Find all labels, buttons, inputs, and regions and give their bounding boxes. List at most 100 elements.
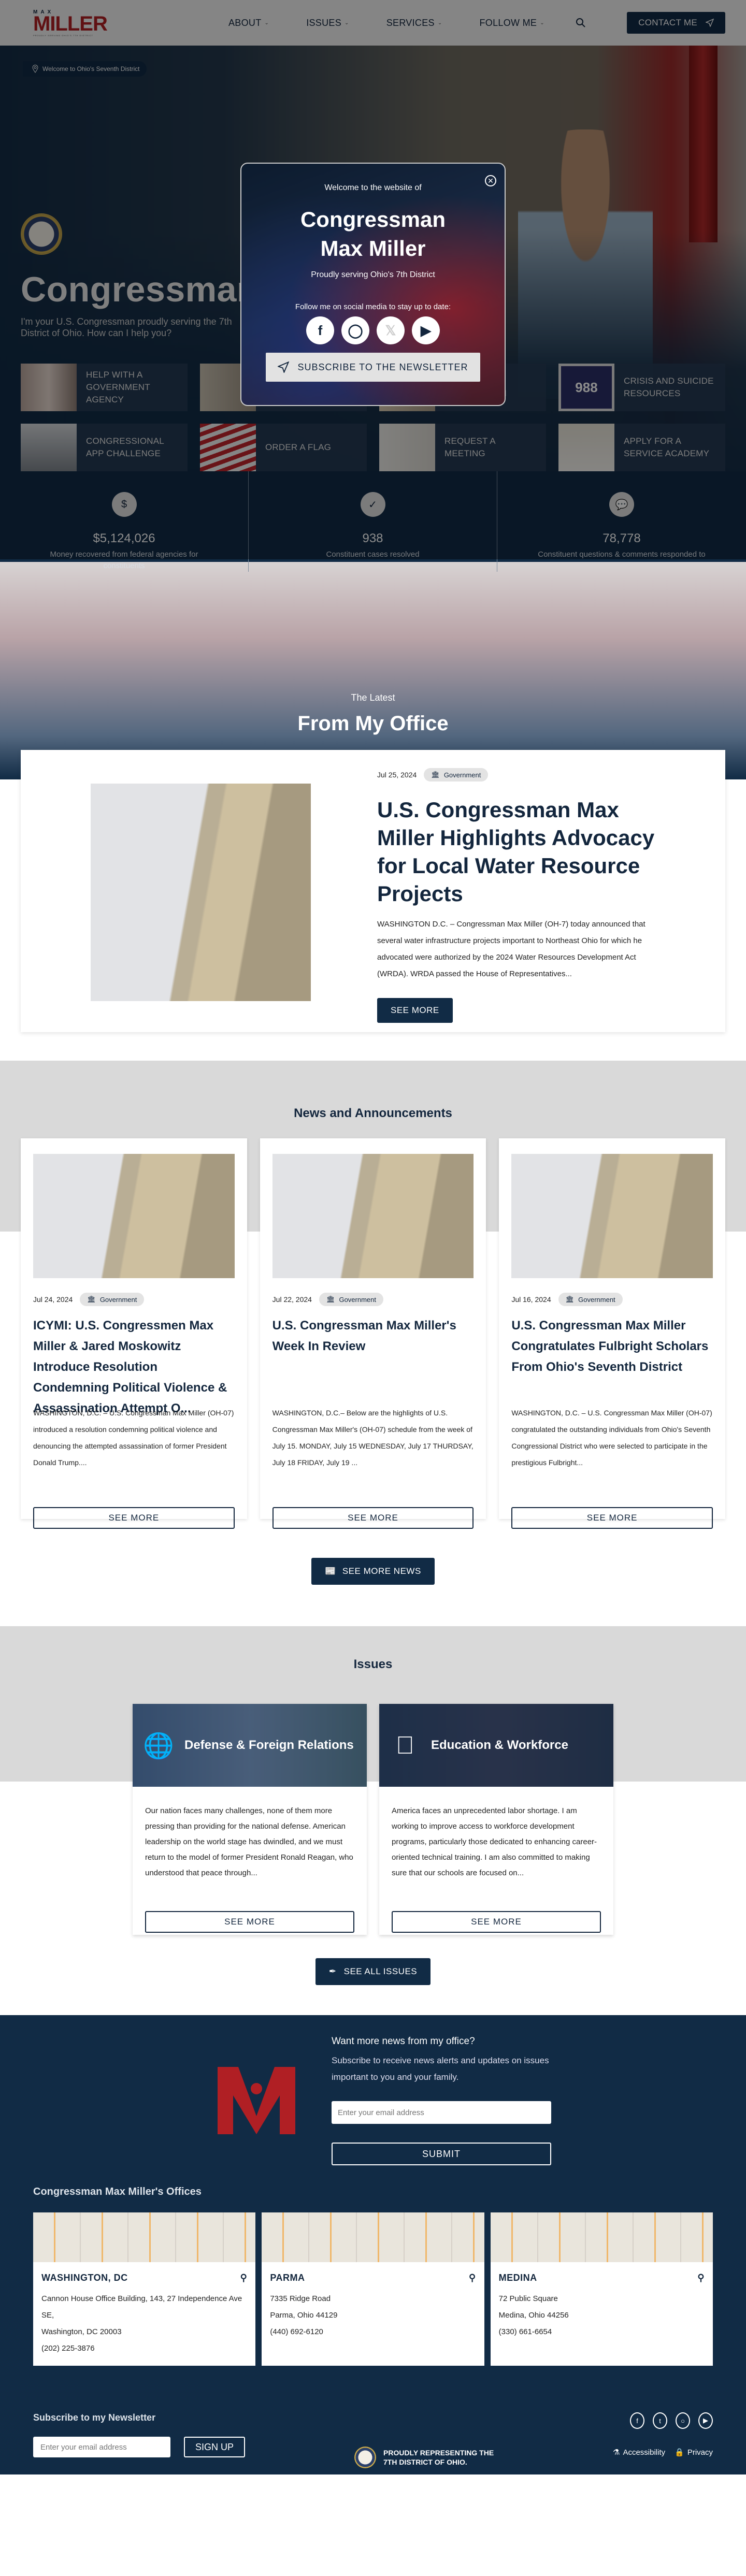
issues-section-title: Issues (353, 1657, 393, 1671)
globe-people-icon: 🌐 (143, 1732, 174, 1760)
apple-book-icon:  (390, 1731, 421, 1760)
modal-serving-text: Proudly serving Ohio's 7th District (311, 270, 435, 279)
news-see-more-button[interactable]: SEE MORE (272, 1507, 474, 1529)
facebook-icon[interactable]: f (306, 316, 334, 344)
footer-representing-text: PROUDLY REPRESENTING THE 7TH DISTRICT OF… (383, 2449, 494, 2466)
youtube-icon[interactable]: ▶ (698, 2412, 713, 2429)
news-section-title: News and Announcements (294, 1106, 452, 1120)
house-seal-logo (354, 2447, 376, 2468)
category-chip[interactable]: 🏛 Government (80, 1293, 145, 1306)
see-more-news-button[interactable]: 📰 SEE MORE NEWS (311, 1558, 435, 1585)
office-card: PARMA ⚲ 7335 Ridge Road Parma, Ohio 44129… (262, 2212, 484, 2366)
newsletter-signup-section: Want more news from my office? Subscribe… (0, 2015, 746, 2186)
signup-email-input[interactable] (332, 2101, 551, 2124)
issue-text: Our nation faces many challenges, none o… (145, 1806, 353, 1877)
capitol-dome-image (272, 1154, 474, 1278)
office-city: Washington, DC 20003 (41, 2327, 122, 2336)
news-excerpt: WASHINGTON, D.C. – U.S. Congressman Max … (511, 1409, 712, 1467)
location-pin-icon[interactable]: ⚲ (240, 2273, 248, 2283)
office-name: MEDINA (498, 2273, 537, 2283)
issue-see-more-button[interactable]: SEE MORE (145, 1911, 354, 1933)
x-icon[interactable]: 𝕏 (377, 316, 405, 344)
newspaper-icon: 📰 (325, 1566, 336, 1576)
latest-section: The Latest From My Office (0, 562, 746, 779)
close-icon[interactable]: ✕ (485, 175, 496, 186)
instagram-icon[interactable]: ◯ (341, 316, 369, 344)
youtube-icon[interactable]: ▶ (412, 316, 440, 344)
news-card: Jul 24, 2024 🏛 Government ICYMI: U.S. Cong… (21, 1138, 247, 1529)
location-pin-icon[interactable]: ⚲ (697, 2273, 705, 2283)
news-excerpt: WASHINGTON, D.C.– Below are the highligh… (272, 1409, 474, 1467)
news-title[interactable]: ICYMI: U.S. Congressmen Max Miller & Jar… (33, 1315, 235, 1415)
modal-follow-text: Follow me on social media to stay up to … (295, 302, 451, 311)
site-footer: Subscribe to my Newsletter SIGN UP PROUD… (0, 2366, 746, 2474)
category-chip[interactable]: 🏛 Government (558, 1293, 623, 1306)
office-map[interactable] (262, 2212, 484, 2262)
office-card: WASHINGTON, DC ⚲ Cannon House Office Buil… (33, 2212, 256, 2366)
office-address: 72 Public Square (498, 2294, 558, 2303)
office-phone[interactable]: (202) 225-3876 (41, 2340, 247, 2357)
issue-card:  Education & Workforce America faces an … (379, 1704, 613, 1935)
signup-question: Want more news from my office? (332, 2036, 475, 2047)
office-phone[interactable]: (440) 692-6120 (270, 2324, 476, 2340)
accessibility-label: Accessibility (623, 2448, 666, 2457)
facebook-icon[interactable]: f (630, 2412, 644, 2429)
see-all-issues-button[interactable]: ✒ SEE ALL ISSUES (315, 1958, 431, 1985)
category-label: Government (443, 771, 481, 779)
office-city: Parma, Ohio 44129 (270, 2311, 338, 2320)
category-chip[interactable]: 🏛 Government (319, 1293, 384, 1306)
news-see-more-button[interactable]: SEE MORE (33, 1507, 235, 1529)
office-address: Cannon House Office Building, 143, 27 In… (41, 2294, 242, 2320)
office-map[interactable] (33, 2212, 256, 2262)
category-label: Government (339, 1295, 377, 1304)
offices-section: Congressman Max Miller's Offices WASHING… (0, 2186, 746, 2366)
featured-article: Jul 25, 2024 🏛 Government U.S. Congressma… (21, 750, 725, 1032)
issue-card: 🌐 Defense & Foreign Relations Our nation … (133, 1704, 367, 1935)
office-city: Medina, Ohio 44256 (498, 2311, 569, 2320)
news-section: News and Announcements Jul 24, 2024 🏛 Gove… (0, 1061, 746, 1585)
news-see-more-button[interactable]: SEE MORE (511, 1507, 713, 1529)
office-phone[interactable]: (330) 661-6654 (499, 2324, 705, 2340)
featured-see-more-button[interactable]: SEE MORE (377, 998, 453, 1023)
capitol-dome-image (33, 1154, 235, 1278)
subscribe-newsletter-button[interactable]: SUBSCRIBE TO THE NEWSLETTER (266, 353, 480, 382)
news-card: Jul 16, 2024 🏛 Government U.S. Congressman… (499, 1138, 725, 1529)
featured-excerpt: WASHINGTON D.C. – Congressman Max Miller… (377, 920, 645, 978)
max-miller-m-logo (218, 2067, 295, 2134)
footer-newsletter-title: Subscribe to my Newsletter (33, 2412, 156, 2423)
modal-welcome-text: Welcome to the website of (324, 183, 422, 192)
modal-title: Congressman Max Miller (300, 207, 446, 261)
latest-kicker: The Latest (351, 692, 395, 703)
issue-see-more-button[interactable]: SEE MORE (392, 1911, 601, 1933)
feather-icon: ✒ (328, 1966, 337, 1976)
category-chip[interactable]: 🏛 Government (424, 768, 489, 782)
paper-plane-icon (278, 361, 290, 373)
featured-title[interactable]: U.S. Congressman Max Miller Highlights A… (377, 796, 667, 908)
office-map[interactable] (490, 2212, 713, 2262)
news-title[interactable]: U.S. Congressman Max Miller's Week In Re… (272, 1315, 474, 1398)
government-building-icon: 🏛 (431, 771, 440, 778)
news-excerpt: WASHINGTON, D.C. – U.S. Congressman Max … (33, 1409, 234, 1467)
signup-submit-button[interactable]: SUBMIT (332, 2143, 551, 2165)
capitol-dome-image (511, 1154, 713, 1278)
office-name: WASHINGTON, DC (41, 2273, 128, 2283)
government-building-icon: 🏛 (87, 1295, 96, 1303)
instagram-icon[interactable]: ○ (676, 2412, 690, 2429)
accessibility-link[interactable]: ⚗ Accessibility (613, 2448, 665, 2457)
article-date: Jul 16, 2024 (511, 1295, 551, 1304)
privacy-link[interactable]: 🔒 Privacy (675, 2448, 713, 2457)
twitter-icon[interactable]: t (653, 2412, 667, 2429)
latest-title: From My Office (297, 712, 449, 735)
issue-title[interactable]: Education & Workforce (431, 1738, 568, 1753)
see-more-news-label: SEE MORE NEWS (342, 1566, 421, 1576)
footer-signup-button[interactable]: SIGN UP (184, 2437, 246, 2457)
issues-section: Issues 🌐 Defense & Foreign Relations Our … (0, 1626, 746, 1985)
news-title[interactable]: U.S. Congressman Max Miller Congratulate… (511, 1315, 713, 1398)
office-card: MEDINA ⚲ 72 Public Square Medina, Ohio 44… (490, 2212, 713, 2366)
accessibility-icon: ⚗ (612, 2448, 620, 2457)
footer-email-input[interactable] (33, 2437, 170, 2457)
footer-social-links: f t ○ ▶ (630, 2412, 713, 2429)
government-building-icon: 🏛 (565, 1295, 575, 1303)
issue-title[interactable]: Defense & Foreign Relations (184, 1738, 354, 1753)
location-pin-icon[interactable]: ⚲ (469, 2273, 476, 2283)
